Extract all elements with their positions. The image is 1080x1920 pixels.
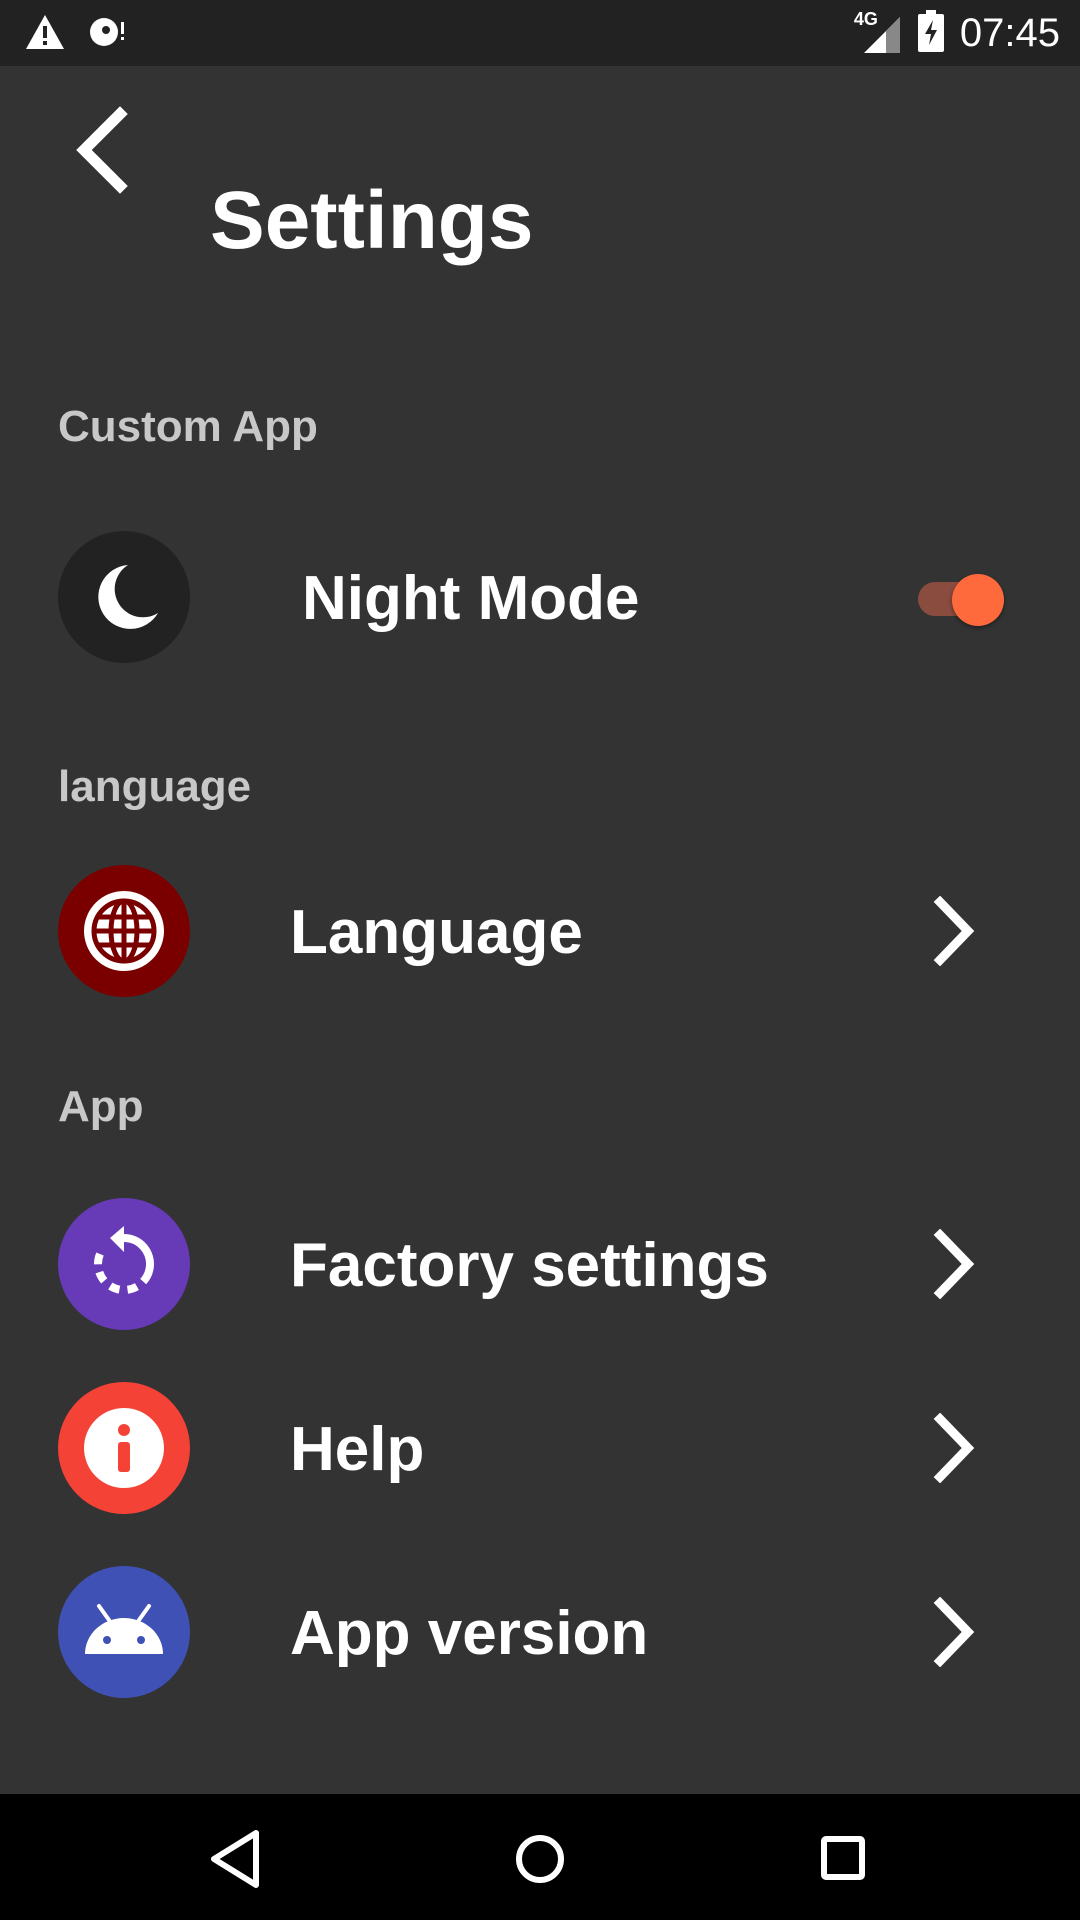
notification-icon [88, 14, 128, 55]
status-bar: 4G 07:45 [0, 0, 1080, 66]
signal-icon: 4G [854, 9, 902, 55]
globe-icon [58, 865, 190, 997]
back-triangle-icon [211, 1830, 259, 1888]
language-row[interactable]: Language [0, 860, 1080, 1000]
chevron-right-icon [930, 1596, 980, 1668]
status-left [24, 12, 128, 56]
battery-charging-icon [917, 9, 944, 57]
app-version-label: App version [290, 1599, 649, 1668]
night-mode-row[interactable]: Night Mode [0, 526, 1080, 666]
warning-icon [24, 13, 66, 56]
moon-icon [58, 531, 190, 663]
night-mode-label: Night Mode [302, 564, 640, 633]
reset-icon [58, 1198, 190, 1330]
home-circle-icon [516, 1835, 564, 1883]
factory-settings-row[interactable]: Factory settings [0, 1193, 1080, 1333]
app-bar [0, 66, 1080, 256]
chevron-right-icon [930, 1228, 980, 1300]
nav-recents-button[interactable] [804, 1819, 884, 1899]
language-label: Language [290, 898, 583, 967]
back-button[interactable] [62, 100, 142, 200]
clock: 07:45 [959, 10, 1060, 55]
status-right: 4G 07:45 [854, 0, 1060, 66]
night-mode-toggle[interactable] [916, 570, 1006, 626]
section-header-app: App [58, 1082, 144, 1131]
help-row[interactable]: Help [0, 1377, 1080, 1517]
section-header-custom-app: Custom App [58, 402, 318, 451]
nav-bar [0, 1794, 1080, 1920]
factory-settings-label: Factory settings [290, 1231, 769, 1300]
chevron-right-icon [930, 895, 980, 967]
nav-back-button[interactable] [196, 1819, 276, 1899]
chevron-right-icon [930, 1412, 980, 1484]
info-icon [58, 1382, 190, 1514]
nav-home-button[interactable] [500, 1819, 580, 1899]
chevron-left-icon [76, 106, 128, 194]
toggle-thumb [952, 574, 1004, 626]
section-header-language: language [58, 762, 252, 811]
help-label: Help [290, 1415, 425, 1484]
page-title: Settings [210, 175, 534, 266]
app-version-row[interactable]: App version [0, 1561, 1080, 1701]
recents-square-icon [821, 1836, 865, 1880]
android-icon [58, 1566, 190, 1698]
